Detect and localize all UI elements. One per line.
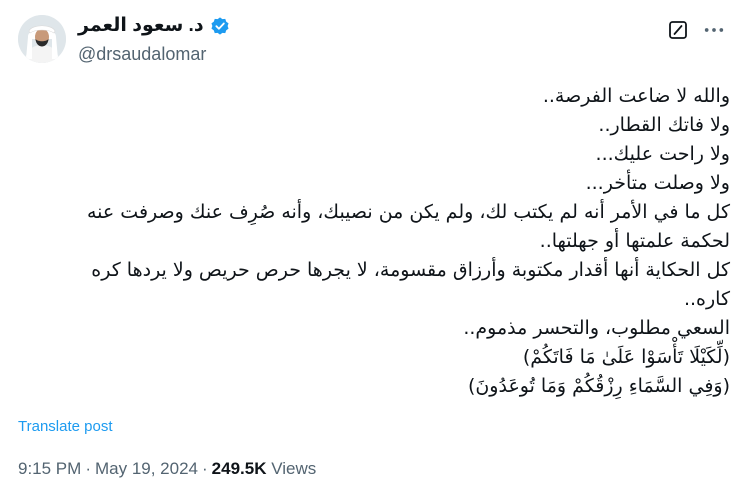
tweet-text-line: السعي مطلوب، والتحسر مذموم.. [463,317,730,339]
tweet-text-line: كل ما في الأمر أنه لم يكتب لك، ولم يكن م… [86,201,730,223]
tweet-text-line: ولا فاتك القطار.. [598,114,730,136]
avatar[interactable] [18,15,66,63]
tweet-text-line: كاره.. [683,288,730,310]
views-count[interactable]: 249.5K [212,459,267,478]
verified-badge-icon[interactable] [210,16,230,36]
grok-icon[interactable] [668,20,688,40]
avatar-image [18,15,66,63]
tweet-card: د. سعود العمر @drsaudalomar والله لا ضاع… [0,0,753,492]
tweet-text-line: ولا وصلت متأخر... [585,172,730,194]
tweet-text-line: كل الحكاية أنها أقدار مكتوبة وأرزاق مقسو… [91,259,730,281]
separator-dot: · [85,459,91,478]
tweet-text-line: والله لا ضاعت الفرصة.. [542,85,730,107]
more-options-icon[interactable] [700,18,728,42]
views-label: Views [271,459,317,478]
tweet-meta: 9:15 PM · May 19, 2024 · 249.5K Views [18,459,316,479]
translate-post-link[interactable]: Translate post [18,418,113,435]
tweet-text-line: لحكمة علمتها أو جهلتها.. [539,230,730,252]
tweet-date[interactable]: May 19, 2024 [95,459,198,478]
author-name-row: د. سعود العمر [78,14,378,38]
author-handle[interactable]: @drsaudalomar [78,42,378,66]
tweet-time[interactable]: 9:15 PM [18,459,81,478]
tweet-text-line: ولا راحت عليك... [595,143,730,165]
author-display-name[interactable]: د. سعود العمر [78,14,204,38]
tweet-text-line: (لِّكَيْلَا تَأْسَوْا عَلَىٰ مَا فَاتَكُ… [522,346,730,368]
tweet-text: والله لا ضاعت الفرصة.. ولا فاتك القطار..… [18,82,730,401]
separator-dot: · [202,459,208,478]
tweet-text-line: (وَفِي السَّمَاءِ رِزْقُكُمْ وَمَا تُوعَ… [467,375,730,397]
author-block: د. سعود العمر @drsaudalomar [78,14,378,66]
